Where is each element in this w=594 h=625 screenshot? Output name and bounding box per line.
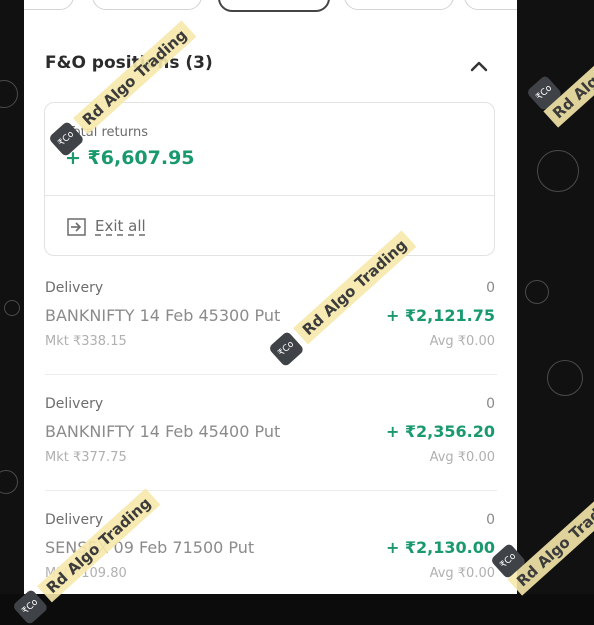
left-doodle-background xyxy=(0,0,24,594)
filter-chip-row xyxy=(24,0,517,12)
total-returns-label: Total returns xyxy=(67,125,149,140)
exit-all-label: Exit all xyxy=(95,217,146,235)
position-type: Delivery xyxy=(45,396,104,412)
chevron-up-icon[interactable] xyxy=(468,58,490,74)
position-avg-price: Avg ₹0.00 xyxy=(429,566,495,581)
position-market-price: Mkt ₹109.80 xyxy=(45,566,127,581)
divider xyxy=(45,490,497,491)
filter-chip-selected[interactable] xyxy=(218,0,330,12)
total-returns-value: + ₹6,607.95 xyxy=(65,147,195,169)
position-qty: 0 xyxy=(486,280,495,296)
right-doodle-background xyxy=(517,0,594,594)
position-market-price: Mkt ₹377.75 xyxy=(45,450,127,465)
position-pnl: + ₹2,130.00 xyxy=(385,538,495,557)
filter-chip[interactable] xyxy=(464,0,517,10)
position-row[interactable]: Delivery 0 SENSEX 09 Feb 71500 Put + ₹2,… xyxy=(24,512,517,594)
position-pnl: + ₹2,356.20 xyxy=(385,422,495,441)
position-instrument: BANKNIFTY 14 Feb 45300 Put xyxy=(45,306,281,325)
filter-chip[interactable] xyxy=(344,0,454,10)
position-avg-price: Avg ₹0.00 xyxy=(429,450,495,465)
divider xyxy=(45,195,494,196)
filter-chip[interactable] xyxy=(92,0,202,10)
position-instrument: SENSEX 09 Feb 71500 Put xyxy=(45,538,255,557)
position-market-price: Mkt ₹338.15 xyxy=(45,334,127,349)
position-qty: 0 xyxy=(486,396,495,412)
watermark-logo: ₹Co xyxy=(12,588,49,625)
position-type: Delivery xyxy=(45,512,104,528)
returns-summary-card: Total returns + ₹6,607.95 Exit all xyxy=(44,102,495,256)
exit-arrow-icon xyxy=(67,218,86,236)
position-avg-price: Avg ₹0.00 xyxy=(429,334,495,349)
section-title: F&O positions (3) xyxy=(45,53,213,73)
divider xyxy=(45,374,497,375)
position-instrument: BANKNIFTY 14 Feb 45400 Put xyxy=(45,422,281,441)
position-qty: 0 xyxy=(486,512,495,528)
positions-screen: F&O positions (3) Total returns + ₹6,607… xyxy=(24,0,517,594)
filter-chip[interactable] xyxy=(24,0,74,10)
position-type: Delivery xyxy=(45,280,104,296)
position-pnl: + ₹2,121.75 xyxy=(385,306,495,325)
